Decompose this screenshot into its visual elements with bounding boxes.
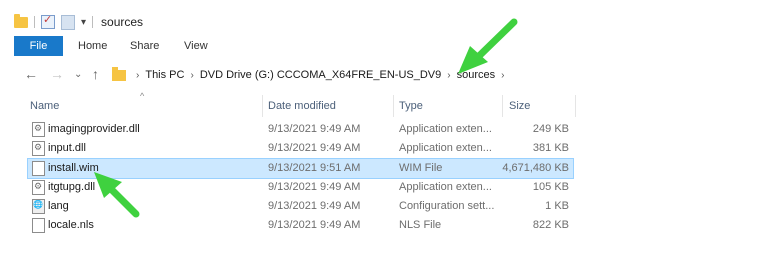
annotation-arrow-install-wim [94, 172, 140, 218]
annotation-arrows [94, 18, 518, 218]
annotation-arrow-sources [458, 18, 518, 74]
